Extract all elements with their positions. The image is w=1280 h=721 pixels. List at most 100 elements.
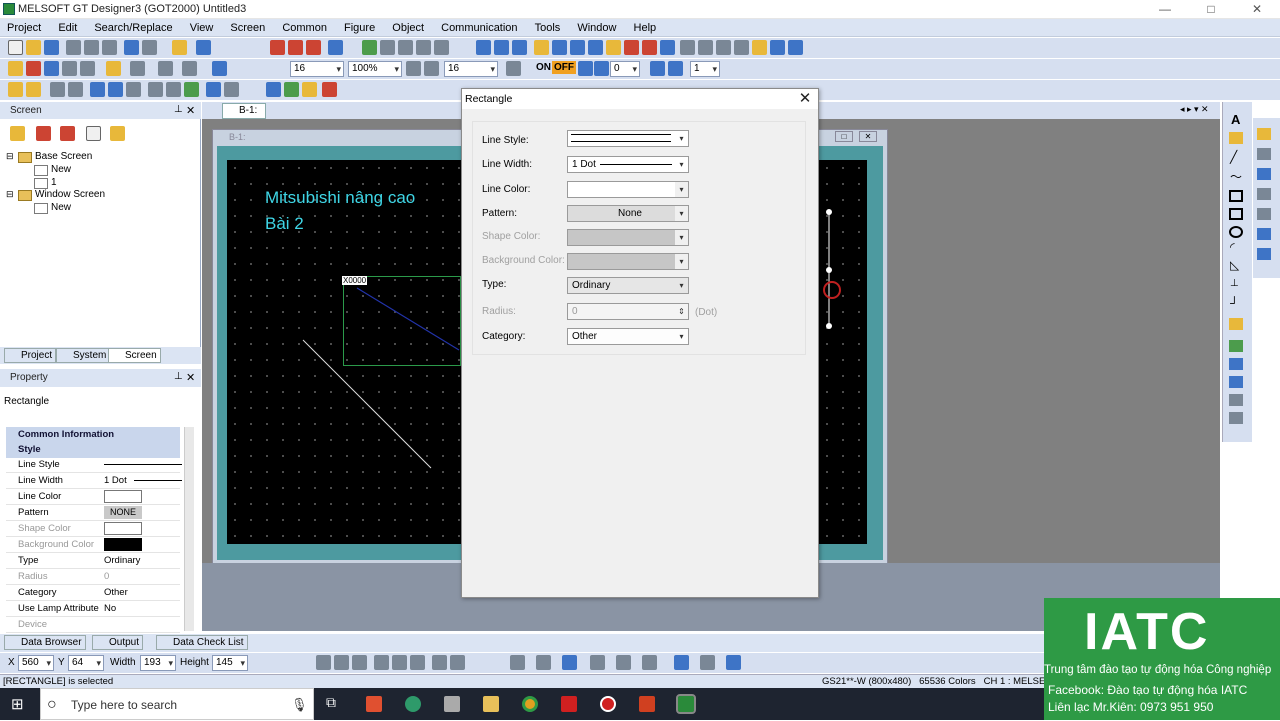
forward-icon[interactable] [80,61,95,76]
y-input[interactable]: 64 [68,655,104,671]
menu-figure[interactable]: Figure [337,19,382,37]
close-button[interactable]: ✕ [1234,0,1280,19]
dxf-tool-icon[interactable] [1229,358,1243,370]
arc-tool-icon[interactable]: ◜ [1230,240,1235,254]
device-display-icon[interactable] [650,61,665,76]
property-scrollbar[interactable] [184,427,194,631]
open-folder-icon[interactable] [26,40,41,55]
menu-help[interactable]: Help [627,19,664,37]
line-color-icon[interactable] [158,61,173,76]
rectangle-cross-tool-icon[interactable] [1229,208,1243,220]
prop-type[interactable]: Type Ordinary [6,553,180,569]
tool-n-icon[interactable] [770,40,785,55]
sim-device-icon[interactable] [434,40,449,55]
tree-base-1[interactable]: 1 [51,177,57,188]
tree-base-new[interactable]: New [51,164,71,175]
grid-select[interactable]: 16 [444,61,498,77]
tool-e-icon[interactable] [606,40,621,55]
rotate-icon[interactable] [166,82,181,97]
graph-tool-icon[interactable] [1257,228,1271,240]
add-folder-icon[interactable] [10,126,25,141]
menu-communication[interactable]: Communication [434,19,524,37]
fill-pattern-icon[interactable] [616,655,631,670]
move-up-icon[interactable] [266,82,281,97]
tab-nav-icon[interactable]: ◂ ▸ ▾ ✕ [1180,104,1209,115]
prop-line-style[interactable]: Line Style [6,457,182,473]
tool-f-icon[interactable] [624,40,639,55]
minimize-button[interactable]: — [1142,0,1188,19]
prop-line-width[interactable]: Line Width 1 Dot [6,473,182,489]
layout-2-icon[interactable] [494,40,509,55]
expand-icon[interactable]: ⊟ [6,189,14,200]
taskbar-edge-icon[interactable] [405,696,421,712]
screen-next-icon[interactable] [288,40,303,55]
tool-o-icon[interactable] [788,40,803,55]
back-icon[interactable] [62,61,77,76]
category-select[interactable]: Other ▾ [567,328,689,345]
edit-object-icon[interactable] [322,82,337,97]
read-got-icon[interactable] [380,40,395,55]
tab-data-check-list[interactable]: Data Check List [156,635,248,650]
new-file-icon[interactable] [8,40,23,55]
align-bottom-icon[interactable] [410,655,425,670]
pin-icon[interactable]: ⊥ [174,371,183,382]
rotate-right-icon[interactable] [184,82,199,97]
arrange-1-icon[interactable] [8,82,23,97]
prop-device[interactable]: Device [6,617,180,633]
paste-icon[interactable] [102,40,117,55]
text-color-icon[interactable] [674,655,689,670]
shape-color-select[interactable]: ▾ [567,229,689,246]
menu-search-replace[interactable]: Search/Replace [87,19,179,37]
polyline-tool-icon[interactable]: 〜 [1230,168,1242,185]
object-c-icon[interactable] [1229,412,1243,424]
taskbar-app-office-icon[interactable] [366,696,382,712]
menu-edit[interactable]: Edit [51,19,84,37]
tool-g-icon[interactable] [642,40,657,55]
comment-tool-icon[interactable] [1229,132,1243,144]
tool-m-icon[interactable] [752,40,767,55]
group-icon[interactable] [50,82,65,97]
simulator-icon[interactable] [398,40,413,55]
object-b-icon[interactable] [1229,394,1243,406]
taskbar-gt-designer-icon[interactable] [676,694,696,714]
image-tool-icon[interactable] [1229,340,1243,352]
prop-line-color[interactable]: Line Color [6,489,180,505]
tool-k-icon[interactable] [716,40,731,55]
zoom-out-icon[interactable] [424,61,439,76]
menu-window[interactable]: Window [570,19,623,37]
piping-tool-icon[interactable]: ┘ [1230,296,1239,310]
alarm-tool-icon[interactable] [1257,248,1271,260]
task-view-icon[interactable]: ⧉ [326,694,336,711]
expand-icon[interactable]: ⊟ [6,151,14,162]
group-common-information[interactable]: Common Information [6,427,180,443]
sector-tool-icon[interactable]: ◺ [1230,258,1239,272]
line-style-select[interactable]: ▾ [567,130,689,147]
pattern-fill-icon[interactable] [590,655,605,670]
line-tool-icon[interactable]: ╱ [1230,150,1237,164]
pin-icon[interactable]: ⊥ [174,104,183,115]
rectangle-tool-icon[interactable] [1229,190,1243,202]
align-top-icon[interactable] [374,655,389,670]
tab-screen[interactable]: Screen [108,348,161,363]
width-input[interactable]: 193 [140,655,176,671]
redo-icon[interactable] [142,40,157,55]
order-front-icon[interactable] [90,82,105,97]
align-right-icon[interactable] [352,655,367,670]
sim-stop-icon[interactable] [416,40,431,55]
prop-radius[interactable]: Radius 0 [6,569,180,585]
write-got-icon[interactable] [362,40,377,55]
screen-window-icon[interactable] [44,61,59,76]
windows-start-icon[interactable]: ⊞ [11,695,24,713]
tool-i-icon[interactable] [680,40,695,55]
taskbar-search-box[interactable]: ○ Type here to search 🎙 [40,688,314,720]
tab-data-browser[interactable]: Data Browser [4,635,86,650]
menu-view[interactable]: View [183,19,221,37]
radius-input[interactable]: 0 ⇕ [567,303,689,320]
lamp-tool-icon[interactable] [1257,128,1271,140]
pen-color-icon[interactable] [562,655,577,670]
window-max-icon[interactable]: □ [835,131,853,142]
tab-project[interactable]: Project [4,348,57,363]
distribute-h-icon[interactable] [432,655,447,670]
numeric-tool-icon[interactable] [1257,168,1271,180]
screen-image-list-icon[interactable] [60,126,75,141]
